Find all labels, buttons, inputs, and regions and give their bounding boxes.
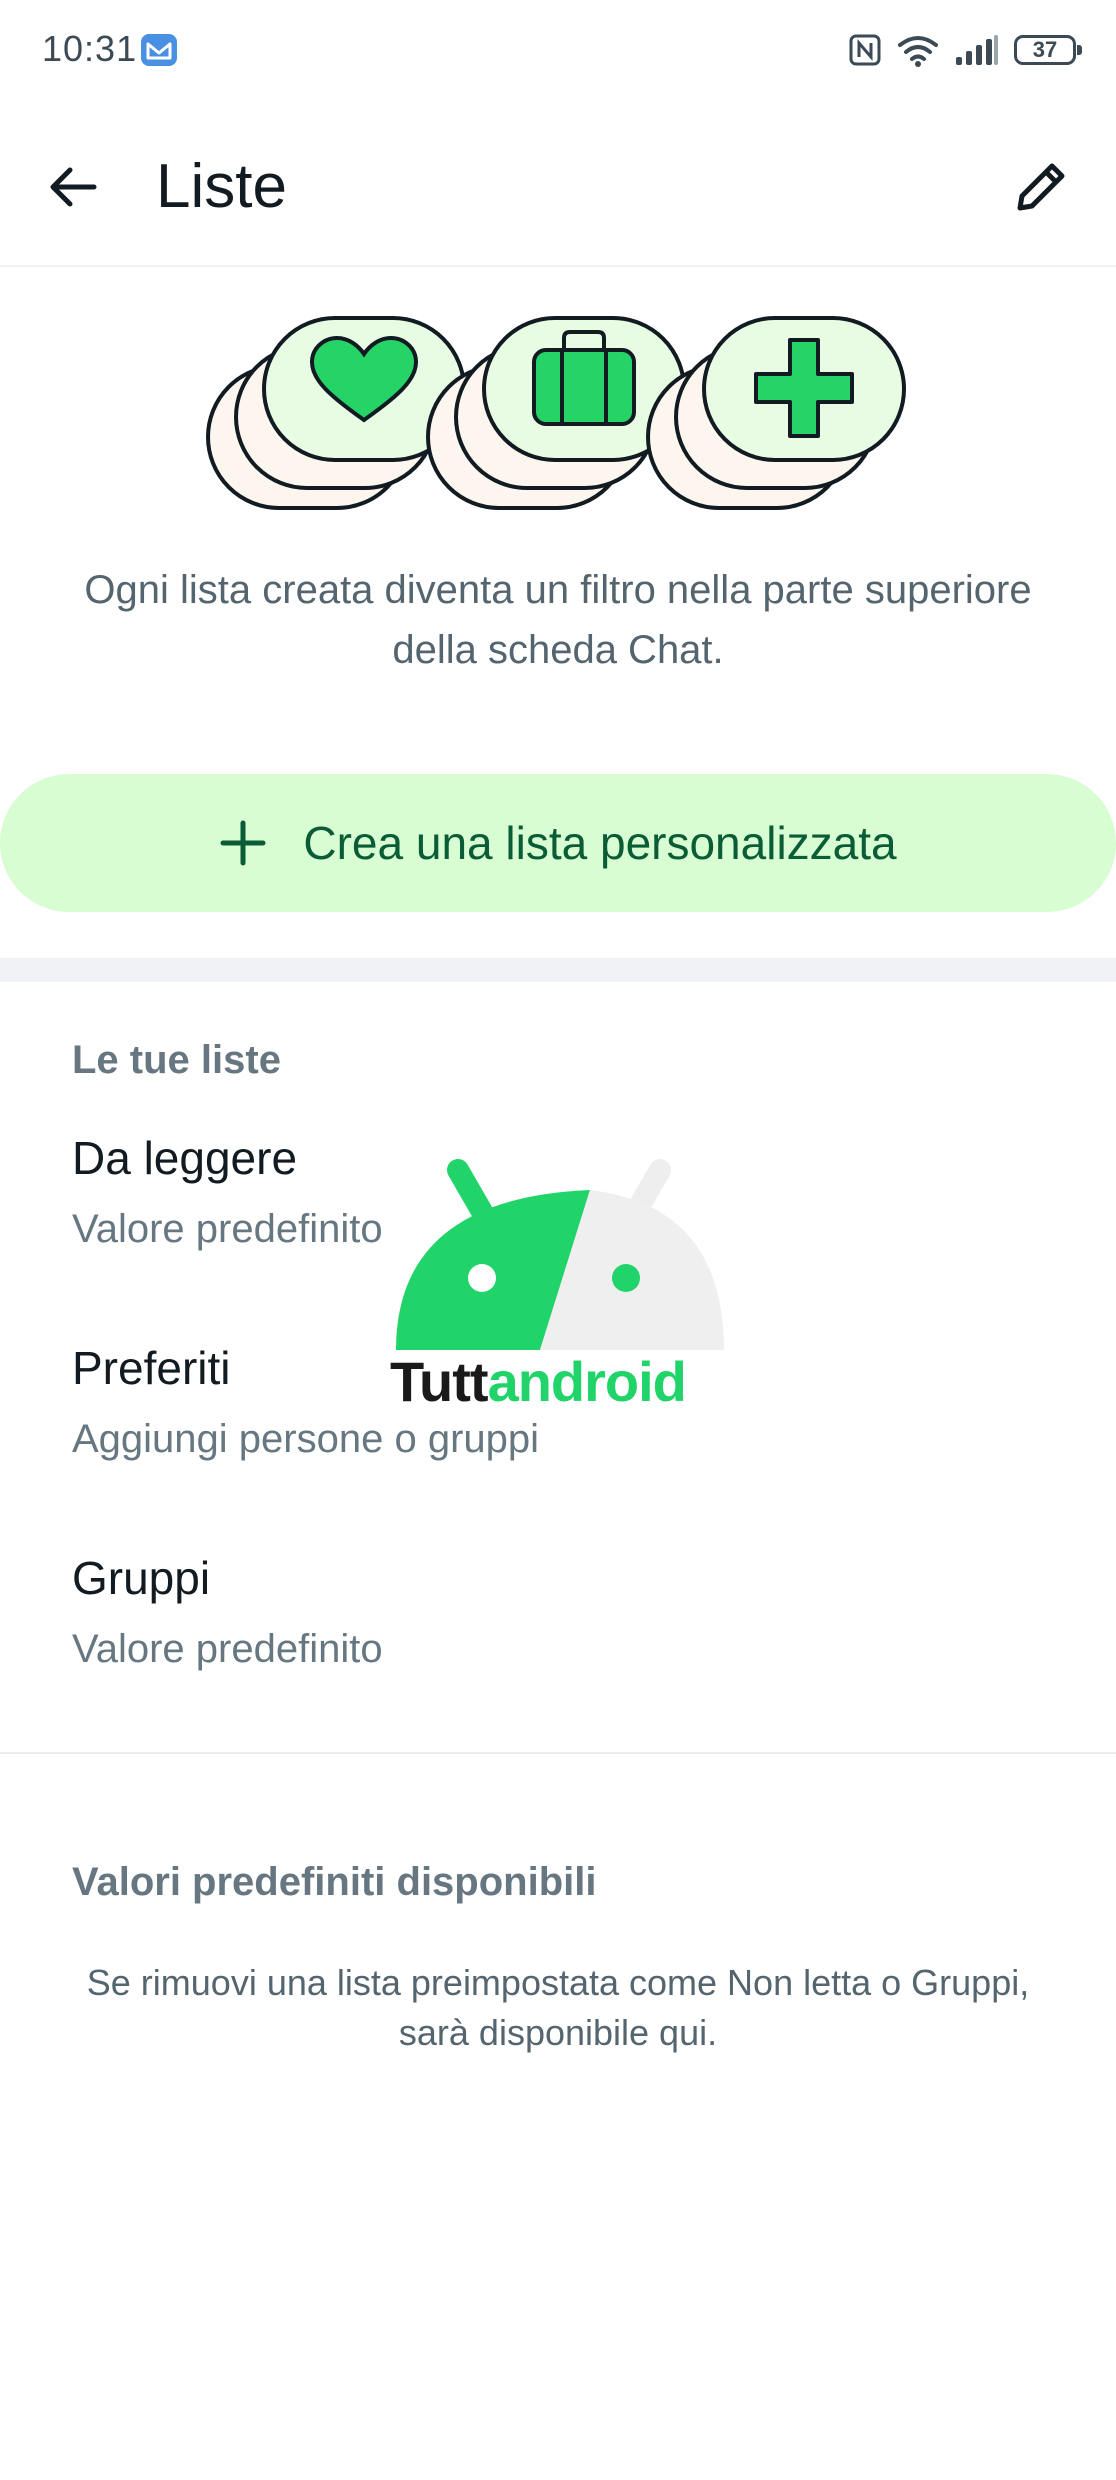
watermark-text-part2: android <box>487 1350 687 1413</box>
arrow-left-icon <box>50 167 97 207</box>
battery-icon: 37 <box>1014 35 1082 65</box>
page-title: Liste <box>156 152 287 221</box>
status-bar: 10:31 37 <box>0 0 1116 100</box>
plus-bubble-stack <box>646 316 906 510</box>
watermark-text-part1: Tutt <box>390 1350 489 1413</box>
status-icons: 37 <box>848 30 1082 70</box>
app-bar: Liste <box>0 110 1116 267</box>
plus-icon <box>219 819 267 867</box>
create-custom-list-button[interactable]: Crea una lista personalizzata <box>0 774 1116 912</box>
lists-illustration <box>206 316 906 510</box>
nfc-icon <box>849 34 881 66</box>
list-item-subtitle: Valore predefinito <box>72 1627 383 1671</box>
watermark-text: Tuttandroid <box>390 1350 730 1414</box>
divider <box>0 1752 1116 1754</box>
briefcase-bubble-stack <box>426 316 686 510</box>
back-button[interactable] <box>34 148 112 226</box>
available-presets-header: Valori predefiniti disponibili <box>72 1860 597 1904</box>
section-separator <box>0 958 1116 982</box>
status-time: 10:31 <box>42 28 138 69</box>
signal-icon <box>956 35 998 65</box>
tuttandroid-watermark: Tuttandroid <box>390 1150 730 1413</box>
android-logo-icon <box>396 1159 724 1350</box>
battery-level: 37 <box>1032 37 1058 62</box>
available-presets-note: Se rimuovi una lista preimpostata come N… <box>86 1962 1030 2053</box>
list-item-gruppi[interactable]: Gruppi Valore predefinito <box>72 1548 1052 1708</box>
list-item-title: Gruppi <box>72 1552 211 1604</box>
edit-button[interactable] <box>1002 148 1080 226</box>
list-item-subtitle: Aggiungi persone o gruppi <box>72 1417 540 1461</box>
wifi-icon <box>898 36 938 67</box>
intro-text: Ogni lista creata diventa un filtro nell… <box>84 568 1032 672</box>
pencil-icon <box>1017 163 1065 211</box>
create-custom-list-label: Crea una lista personalizzata <box>303 817 897 869</box>
your-lists-header: Le tue liste <box>72 1038 281 1082</box>
heart-bubble-stack <box>206 316 466 510</box>
mail-notification-icon <box>141 34 177 66</box>
